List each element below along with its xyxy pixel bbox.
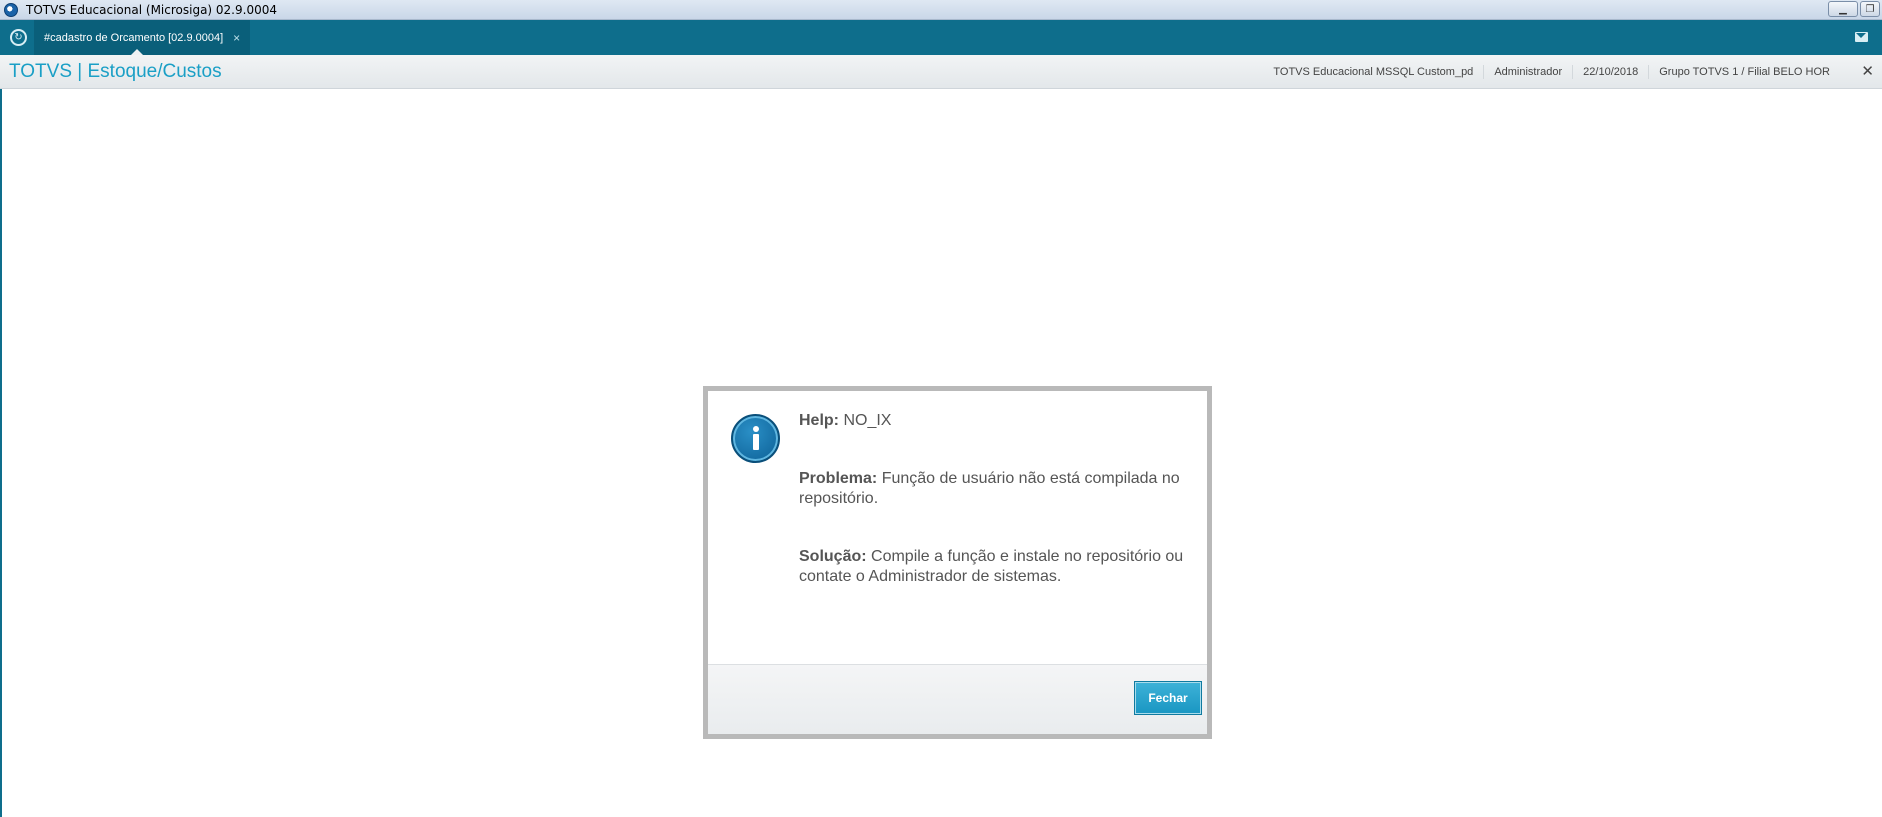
- branch-label[interactable]: Grupo TOTVS 1 / Filial BELO HOR: [1648, 65, 1840, 79]
- minimize-icon: ▁: [1839, 3, 1847, 15]
- tab-close-icon[interactable]: ×: [233, 31, 240, 45]
- date-label[interactable]: 22/10/2018: [1572, 65, 1648, 79]
- problem-paragraph: Problema: Função de usuário não está com…: [799, 469, 1194, 509]
- app-logo-icon: [4, 2, 18, 17]
- left-border: [0, 89, 2, 817]
- help-label: Help:: [799, 412, 839, 429]
- window-titlebar: TOTVS Educacional (Microsiga) 02.9.0004 …: [0, 0, 1882, 20]
- solution-label: Solução:: [799, 548, 867, 565]
- module-header: TOTVS | Estoque/Custos TOTVS Educacional…: [0, 55, 1882, 89]
- info-icon-dot: [753, 426, 759, 432]
- restore-button[interactable]: ❐: [1860, 1, 1880, 17]
- dialog-body: Help: NO_IX Problema: Função de usuário …: [799, 411, 1194, 625]
- mail-icon[interactable]: [1855, 32, 1868, 42]
- help-value: NO_IX: [843, 412, 892, 429]
- module-title: TOTVS | Estoque/Custos: [9, 61, 222, 82]
- problem-label: Problema:: [799, 470, 878, 487]
- info-icon: [731, 414, 780, 463]
- close-icon[interactable]: ✕: [1861, 62, 1874, 80]
- info-icon-stem: [753, 434, 759, 450]
- environment-label[interactable]: TOTVS Educacional MSSQL Custom_pd: [1263, 65, 1483, 79]
- minimize-button[interactable]: ▁: [1828, 1, 1858, 17]
- window-title: TOTVS Educacional (Microsiga) 02.9.0004: [26, 2, 277, 17]
- user-label[interactable]: Administrador: [1483, 65, 1572, 79]
- session-info: TOTVS Educacional MSSQL Custom_pd Admini…: [1263, 55, 1840, 89]
- tab-bar: ↻ #cadastro de Orcamento [02.9.0004] ×: [0, 20, 1882, 55]
- tab-cadastro-orcamento[interactable]: #cadastro de Orcamento [02.9.0004] ×: [34, 20, 251, 55]
- refresh-circle-icon[interactable]: ↻: [10, 29, 27, 46]
- help-dialog: Help: NO_IX Problema: Função de usuário …: [703, 386, 1212, 739]
- tab-label: #cadastro de Orcamento [02.9.0004]: [44, 31, 224, 44]
- help-line: Help: NO_IX: [799, 411, 1194, 431]
- fechar-button[interactable]: Fechar: [1134, 681, 1202, 715]
- window-controls: ▁ ❐: [1828, 1, 1880, 17]
- solution-paragraph: Solução: Compile a função e instale no r…: [799, 547, 1194, 587]
- dialog-footer: Fechar: [708, 664, 1207, 734]
- restore-icon: ❐: [1865, 3, 1875, 15]
